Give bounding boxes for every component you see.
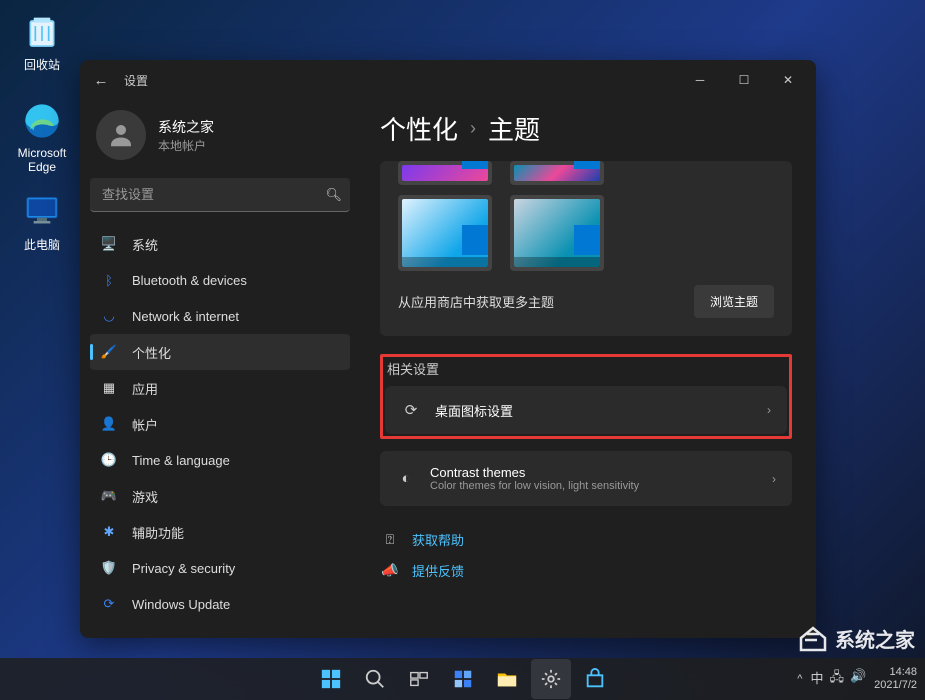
content: 个性化 › 主题 从应用商店中获取更多主题 浏览主题 [360, 100, 816, 638]
chevron-right-icon: › [772, 472, 776, 486]
browse-themes-button[interactable]: 浏览主题 [694, 285, 774, 318]
back-button[interactable]: ← [86, 72, 116, 89]
contrast-icon: ◐ [396, 469, 416, 489]
network-tray-icon[interactable]: 🖧 [829, 668, 844, 690]
search-icon[interactable]: 🔍︎ [325, 187, 342, 203]
contrast-themes-item[interactable]: ◐ Contrast themes Color themes for low v… [380, 451, 792, 506]
watermark: 系统之家 [797, 622, 915, 654]
desktop-icon-recycle-bin[interactable]: 回收站 [10, 10, 74, 73]
help-icon: ⍰ [380, 531, 400, 548]
user-account: 本地帐户 [158, 137, 214, 154]
nav-bluetooth[interactable]: ᛒBluetooth & devices [90, 262, 350, 298]
recycle-bin-icon [21, 10, 63, 52]
clock-icon: 🕒 [100, 451, 118, 469]
related-settings-title: 相关设置 [385, 359, 787, 378]
store-text: 从应用商店中获取更多主题 [398, 292, 554, 311]
nav-accounts[interactable]: 👤帐户 [90, 406, 350, 442]
nav-system[interactable]: 🖥️系统 [90, 226, 350, 262]
tray-chevron-icon[interactable]: ^ [797, 673, 802, 685]
breadcrumb-parent[interactable]: 个性化 [380, 110, 458, 147]
theme-thumbnail[interactable] [398, 161, 492, 185]
settings-window: ← 设置 ─ ☐ ✕ 系统之家 本地帐户 🔍︎ 🖥️系统 ᛒB [80, 60, 816, 638]
nav-gaming[interactable]: 🎮游戏 [90, 478, 350, 514]
person-icon: 👤 [100, 415, 118, 433]
brush-icon: 🖌️ [100, 343, 118, 361]
desktop-icons-icon: ⟳ [401, 400, 421, 420]
search-input[interactable] [90, 178, 350, 212]
feedback-link[interactable]: 📣 提供反馈 [380, 555, 792, 586]
nav-accessibility[interactable]: ✱辅助功能 [90, 514, 350, 550]
window-title: 设置 [124, 72, 148, 89]
maximize-button[interactable]: ☐ [722, 64, 766, 96]
widgets-icon [452, 668, 474, 690]
nav-list: 🖥️系统 ᛒBluetooth & devices ◡Network & int… [90, 226, 350, 622]
update-icon: ⟳ [100, 595, 118, 613]
get-help-link[interactable]: ⍰ 获取帮助 [380, 524, 792, 555]
task-view-icon [408, 668, 430, 690]
chevron-right-icon: › [470, 118, 476, 139]
nav-apps[interactable]: ▦应用 [90, 370, 350, 406]
chevron-right-icon: › [767, 403, 771, 417]
theme-picker-card: 从应用商店中获取更多主题 浏览主题 [380, 161, 792, 336]
desktop-icon-this-pc[interactable]: 此电脑 [10, 190, 74, 253]
settings-taskbar-button[interactable] [531, 659, 571, 699]
this-pc-icon [21, 190, 63, 232]
search-icon [364, 668, 386, 690]
theme-thumbnail[interactable] [398, 195, 492, 271]
breadcrumb: 个性化 › 主题 [380, 110, 792, 147]
start-button[interactable] [311, 659, 351, 699]
wifi-icon: ◡ [100, 307, 118, 325]
desktop-icon-settings-item[interactable]: ⟳ 桌面图标设置 › [385, 386, 787, 434]
ime-icon[interactable]: 中 [810, 668, 823, 690]
folder-icon [496, 668, 518, 690]
nav-network[interactable]: ◡Network & internet [90, 298, 350, 334]
task-view-button[interactable] [399, 659, 439, 699]
shield-icon: 🛡️ [100, 559, 118, 577]
edge-icon [21, 100, 63, 142]
user-name: 系统之家 [158, 117, 214, 137]
widgets-button[interactable] [443, 659, 483, 699]
theme-thumbnail[interactable] [510, 195, 604, 271]
monitor-icon: 🖥️ [100, 235, 118, 253]
nav-privacy[interactable]: 🛡️Privacy & security [90, 550, 350, 586]
windows-icon [320, 668, 342, 690]
nav-personalization[interactable]: 🖌️个性化 [90, 334, 350, 370]
sidebar: 系统之家 本地帐户 🔍︎ 🖥️系统 ᛒBluetooth & devices ◡… [80, 100, 360, 638]
store-icon [584, 668, 606, 690]
desktop-icon-edge[interactable]: Microsoft Edge [10, 100, 74, 174]
apps-icon: ▦ [100, 379, 118, 397]
nav-update[interactable]: ⟳Windows Update [90, 586, 350, 622]
close-button[interactable]: ✕ [766, 64, 810, 96]
desktop-icon-label: 此电脑 [10, 236, 74, 253]
desktop-icon-label: 回收站 [10, 56, 74, 73]
titlebar: ← 设置 ─ ☐ ✕ [80, 60, 816, 100]
user-section[interactable]: 系统之家 本地帐户 [90, 100, 350, 178]
explorer-button[interactable] [487, 659, 527, 699]
clock[interactable]: 14:48 2021/7/2 [874, 666, 917, 692]
avatar [96, 110, 146, 160]
theme-thumbnail[interactable] [510, 161, 604, 185]
feedback-icon: 📣 [380, 562, 400, 579]
setting-title: Contrast themes [430, 465, 758, 480]
gamepad-icon: 🎮 [100, 487, 118, 505]
taskbar: ^ 中 🖧 🔊 14:48 2021/7/2 [0, 658, 925, 700]
search-box: 🔍︎ [90, 178, 350, 212]
nav-time[interactable]: 🕒Time & language [90, 442, 350, 478]
system-tray[interactable]: ^ 中 🖧 🔊 14:48 2021/7/2 [797, 666, 917, 692]
store-button[interactable] [575, 659, 615, 699]
accessibility-icon: ✱ [100, 523, 118, 541]
highlighted-section: 相关设置 ⟳ 桌面图标设置 › [380, 354, 792, 439]
desktop-icon-label: Microsoft Edge [10, 146, 74, 174]
gear-icon [540, 668, 562, 690]
volume-icon[interactable]: 🔊 [850, 668, 866, 690]
search-button[interactable] [355, 659, 395, 699]
breadcrumb-current: 主题 [488, 110, 540, 147]
setting-title: 桌面图标设置 [435, 401, 753, 420]
minimize-button[interactable]: ─ [678, 64, 722, 96]
setting-subtitle: Color themes for low vision, light sensi… [430, 480, 758, 492]
bluetooth-icon: ᛒ [100, 271, 118, 289]
